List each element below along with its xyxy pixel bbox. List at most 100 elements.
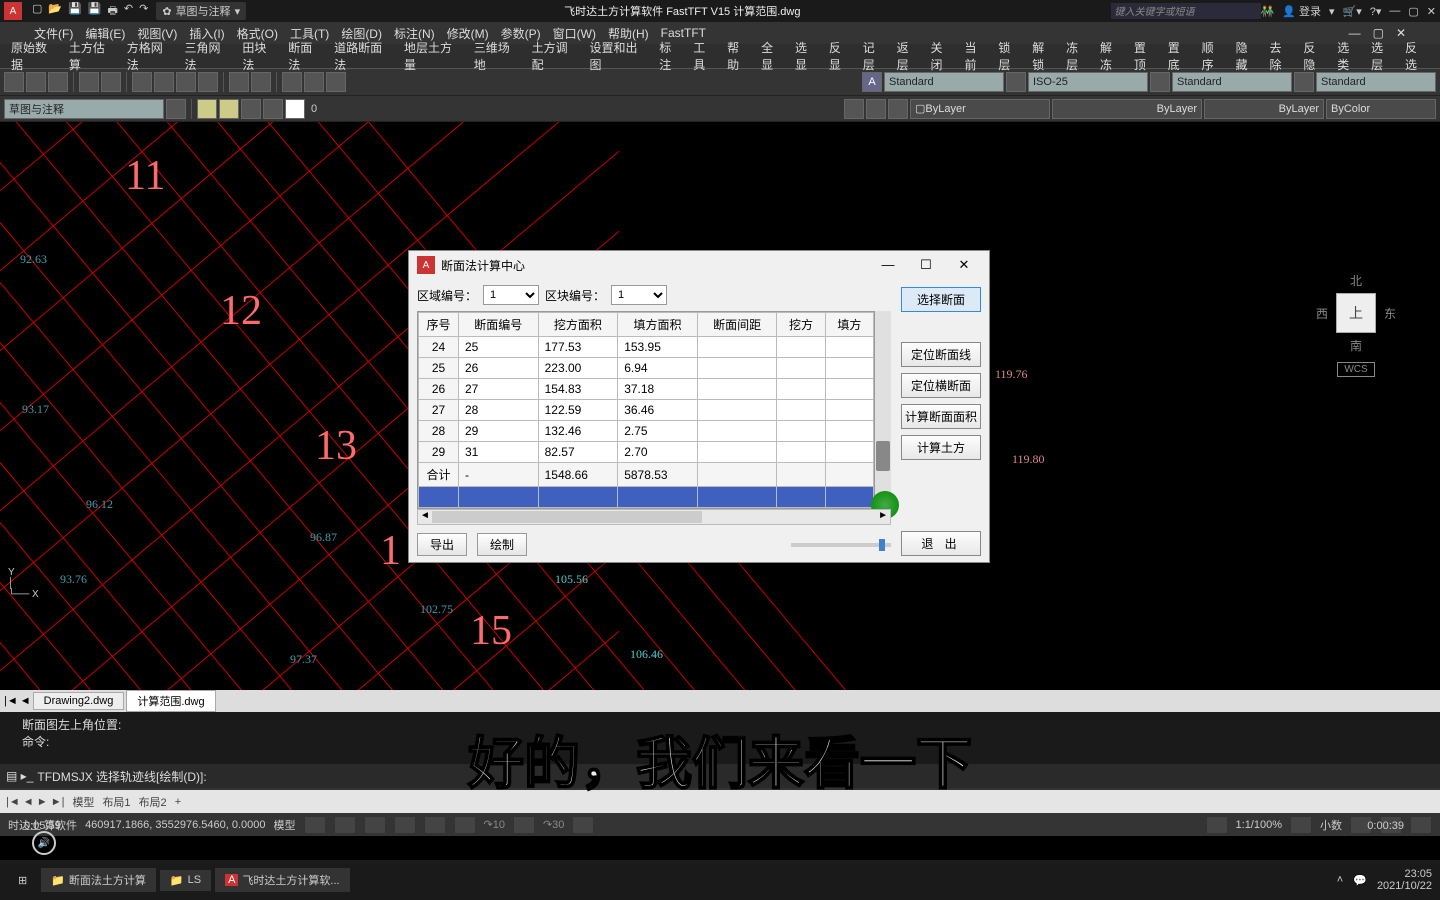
menu-fasttft[interactable]: FastTFT	[657, 26, 710, 40]
dimstyle-combo[interactable]: ISO-25	[1028, 72, 1148, 92]
rtab-14[interactable]: 隐藏	[1231, 39, 1265, 73]
viewcube-top[interactable]: 上	[1336, 293, 1376, 333]
minimize-icon[interactable]: —	[1389, 5, 1400, 17]
tool-plot[interactable]	[79, 72, 99, 92]
tool-mlstyle[interactable]	[1294, 72, 1314, 92]
rtab-5[interactable]: 关闭	[926, 39, 960, 73]
table-row[interactable]: 2526223.006.94	[419, 358, 874, 379]
region-select[interactable]: 1	[483, 285, 539, 305]
tool-zoom[interactable]	[304, 72, 324, 92]
status-polar[interactable]	[394, 816, 416, 834]
dialog-titlebar[interactable]: A 断面法计算中心 — ☐ ✕	[409, 251, 989, 279]
table-row-selected[interactable]	[419, 487, 874, 508]
calc-earth-button[interactable]: 计算土方	[901, 435, 981, 460]
layer-combo[interactable]: ▢ ByLayer	[910, 99, 1050, 119]
tab-annot[interactable]: 标注	[654, 39, 688, 73]
tool-save[interactable]	[48, 72, 68, 92]
rtab-18[interactable]: 选层	[1366, 39, 1400, 73]
tool-lock[interactable]	[263, 99, 283, 119]
tool-tablestyle[interactable]	[1150, 72, 1170, 92]
tool-new[interactable]	[4, 72, 24, 92]
layout-model[interactable]: 模型	[72, 794, 94, 810]
doc-tab-2[interactable]: 计算范围.dwg	[126, 690, 215, 712]
rtab-10[interactable]: 解冻	[1095, 39, 1129, 73]
wcs-label[interactable]: WCS	[1337, 362, 1374, 377]
tab-rawdata[interactable]: 原始数据	[6, 39, 64, 73]
task-item-3[interactable]: A 飞时达土方计算软...	[215, 868, 350, 892]
tab-output[interactable]: 设置和出图	[584, 39, 654, 73]
task-item-1[interactable]: 📁 断面法土方计算	[41, 868, 156, 892]
select-section-button[interactable]: 选择断面	[901, 287, 981, 312]
rtab-13[interactable]: 顺序	[1197, 39, 1231, 73]
lineweight-combo[interactable]: ByLayer	[1204, 99, 1324, 119]
tool-copy[interactable]	[154, 72, 174, 92]
status-otrack[interactable]	[454, 816, 476, 834]
status-custom[interactable]	[1410, 816, 1432, 834]
status-model[interactable]: 模型	[274, 817, 296, 833]
table-row[interactable]: 2425177.53153.95	[419, 337, 874, 358]
search-input[interactable]: 键入关键字或短语	[1111, 3, 1261, 19]
task-item-2[interactable]: 📁 LS	[160, 870, 211, 891]
tab-section[interactable]: 断面法	[283, 39, 329, 73]
tab-grid[interactable]: 方格网法	[122, 39, 180, 73]
dialog-min-icon[interactable]: —	[871, 257, 905, 273]
close-icon[interactable]: ✕	[1427, 5, 1436, 18]
section-table[interactable]: 序号断面编号挖方面积填方面积断面间距挖方填方2425177.53153.9525…	[417, 311, 875, 509]
rtab-3[interactable]: 记层	[858, 39, 892, 73]
status-iso[interactable]	[1206, 816, 1228, 834]
tab-help2[interactable]: 帮助	[722, 39, 756, 73]
child-min-icon[interactable]: —	[1345, 26, 1365, 40]
tool-sun[interactable]	[197, 99, 217, 119]
linetype-combo[interactable]: ByLayer	[1052, 99, 1202, 119]
tool-freeze[interactable]	[241, 99, 261, 119]
rtab-7[interactable]: 锁层	[993, 39, 1027, 73]
locate-cross-button[interactable]: 定位横断面	[901, 373, 981, 398]
viewcube-n[interactable]: 北	[1316, 272, 1396, 289]
viewcube-e[interactable]: 东	[1384, 305, 1396, 322]
table-row[interactable]: 合计-1548.665878.53	[419, 463, 874, 487]
tool-pan[interactable]	[282, 72, 302, 92]
clock-time[interactable]: 23:05	[1377, 868, 1432, 880]
status-dec[interactable]: 小数	[1320, 817, 1342, 833]
tab-tri[interactable]: 三角网法	[180, 39, 238, 73]
workspace-selector[interactable]: ✿ 草图与注释 ▾	[156, 2, 246, 20]
tab-field[interactable]: 田块法	[237, 39, 283, 73]
tool-dimstyle[interactable]	[1006, 72, 1026, 92]
tool-layer2[interactable]	[866, 99, 886, 119]
status-grid[interactable]	[304, 816, 326, 834]
status-dyn[interactable]	[513, 816, 535, 834]
zoom-slider[interactable]	[791, 543, 891, 547]
tool-paste[interactable]	[176, 72, 196, 92]
status-scale[interactable]: 1:1/100%	[1236, 819, 1282, 831]
tab-tool[interactable]: 工具	[688, 39, 722, 73]
rtab-12[interactable]: 置底	[1163, 39, 1197, 73]
plot-icon[interactable]: 🖶	[108, 2, 118, 21]
child-max-icon[interactable]: ▢	[1369, 26, 1388, 40]
draw-button[interactable]: 绘制	[477, 533, 527, 556]
save-icon[interactable]: 💾	[68, 2, 82, 21]
tool-undo2[interactable]	[229, 72, 249, 92]
rtab-19[interactable]: 反选	[1400, 39, 1434, 73]
tool-preview[interactable]	[101, 72, 121, 92]
table-header[interactable]: 挖方面积	[538, 313, 618, 337]
mlstyle-combo[interactable]: Standard	[1316, 72, 1436, 92]
rtab-6[interactable]: 当前	[959, 39, 993, 73]
tool-redo2[interactable]	[251, 72, 271, 92]
rtab-15[interactable]: 去除	[1264, 39, 1298, 73]
table-row[interactable]: 2728122.5936.46	[419, 400, 874, 421]
calc-area-button[interactable]: 计算断面面积	[901, 404, 981, 429]
rtab-17[interactable]: 选类	[1332, 39, 1366, 73]
bycolor-combo[interactable]: ByColor	[1326, 99, 1436, 119]
status-ortho[interactable]	[364, 816, 386, 834]
rtab-11[interactable]: 置顶	[1129, 39, 1163, 73]
tab-stratum[interactable]: 地层土方量	[399, 39, 469, 73]
redo-icon[interactable]: ↷	[139, 2, 148, 21]
table-header[interactable]: 填方面积	[618, 313, 698, 337]
help-icon[interactable]: ?▾	[1370, 5, 1382, 18]
clock-date[interactable]: 2021/10/22	[1377, 880, 1432, 892]
volume-icon[interactable]: 🔊	[32, 831, 56, 855]
new-icon[interactable]: ▢	[32, 2, 42, 21]
table-vscroll[interactable]: ↖	[875, 311, 891, 509]
tool-color[interactable]	[285, 99, 305, 119]
tool-layer1[interactable]	[844, 99, 864, 119]
